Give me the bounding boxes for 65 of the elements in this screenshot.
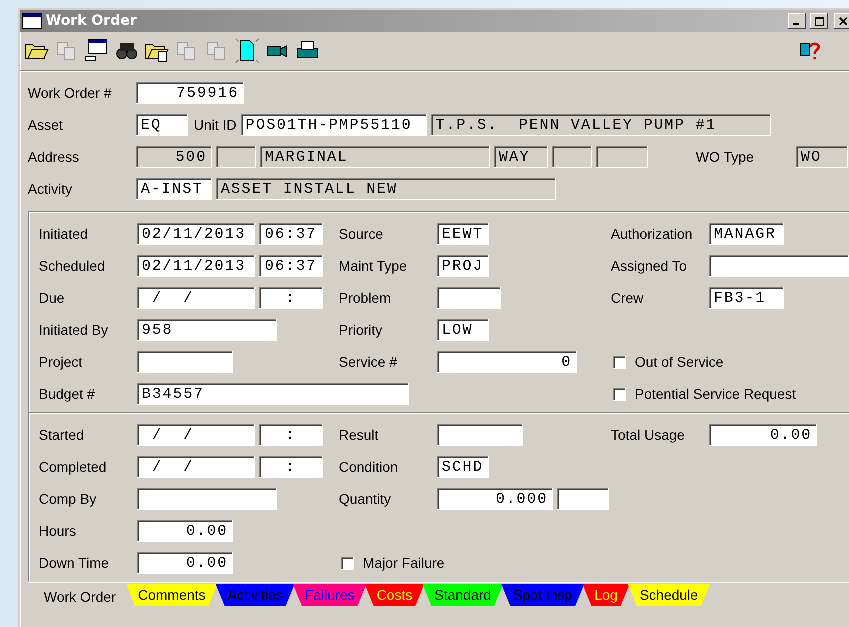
input-field[interactable]: EQ <box>136 114 188 136</box>
field-label: Work Order # <box>28 85 113 101</box>
field-label: Maint Type <box>339 258 408 274</box>
field-label: Service # <box>339 354 398 370</box>
field-label: Quantity <box>339 491 392 507</box>
input-field[interactable]: EEWT <box>437 223 489 245</box>
tab[interactable]: Comments <box>126 584 218 606</box>
field-label: Project <box>39 354 84 370</box>
input-field[interactable]: PROJ <box>437 255 489 277</box>
field-label: Comp By <box>39 491 98 507</box>
field-label: Source <box>339 226 384 242</box>
input-field[interactable]: 958 <box>137 319 277 341</box>
field-label: Scheduled <box>39 258 106 274</box>
checkbox-label: Major Failure <box>363 555 445 571</box>
input-field[interactable]: 0.00 <box>137 520 233 542</box>
input-field[interactable]: / / <box>137 456 255 478</box>
field-label: Priority <box>339 322 384 338</box>
field-label: Started <box>39 427 86 443</box>
input-field[interactable]: LOW <box>437 319 489 341</box>
input-field[interactable]: FB3-1 <box>709 287 784 309</box>
input-field[interactable]: : <box>259 424 323 446</box>
tab[interactable]: Costs <box>364 584 425 606</box>
field-label: Due <box>39 290 66 306</box>
tab[interactable]: Log <box>582 584 630 606</box>
input-field[interactable]: 0.00 <box>137 552 233 574</box>
field-label: Assigned To <box>611 258 688 274</box>
field-label: Address <box>28 149 80 165</box>
input-field[interactable]: MANAGR <box>709 223 784 245</box>
field-label: Initiated By <box>39 322 110 338</box>
field-label: Authorization <box>611 226 694 242</box>
field-label: Initiated <box>39 226 90 242</box>
checkbox-label: Potential Service Request <box>635 386 796 402</box>
input-field[interactable]: : <box>259 287 323 309</box>
field-label: Unit ID <box>194 117 237 133</box>
field-label: Asset <box>28 117 64 133</box>
field-label: Result <box>339 427 380 443</box>
field-label: Problem <box>339 290 392 306</box>
input-field[interactable]: B34557 <box>137 383 409 405</box>
input-field[interactable]: 02/11/2013 <box>137 255 255 277</box>
tab[interactable]: Schedule <box>628 584 710 606</box>
checkbox-label: Out of Service <box>635 354 724 370</box>
field-label: Condition <box>339 459 400 475</box>
input-field[interactable]: / / <box>137 287 255 309</box>
input-field[interactable]: 02/11/2013 <box>137 223 255 245</box>
input-field[interactable]: 0.00 <box>709 424 817 446</box>
input-field[interactable]: : <box>259 456 323 478</box>
field-label: Completed <box>39 459 108 475</box>
input-field[interactable]: 759916 <box>136 82 244 104</box>
tab[interactable]: Standard <box>422 584 504 606</box>
field-label: WO Type <box>696 149 756 165</box>
input-field[interactable]: 06:37 <box>259 223 323 245</box>
window-title: Work Order <box>46 13 138 29</box>
input-field[interactable]: A-INST <box>136 178 212 200</box>
field-label: Crew <box>611 290 645 306</box>
input-field[interactable]: POS01TH-PMP55110 <box>240 114 427 136</box>
field-label: Budget # <box>39 386 96 402</box>
field-label: Activity <box>28 181 74 197</box>
input-field[interactable]: / / <box>137 424 255 446</box>
field-label: Hours <box>39 523 78 539</box>
input-field[interactable]: 06:37 <box>259 255 323 277</box>
field-label: Total Usage <box>611 427 686 443</box>
field-label: Down Time <box>39 555 110 571</box>
input-field[interactable]: SCHD <box>437 456 489 478</box>
input-field[interactable]: 0 <box>437 351 577 373</box>
input-field[interactable]: 0.000 <box>437 488 553 510</box>
